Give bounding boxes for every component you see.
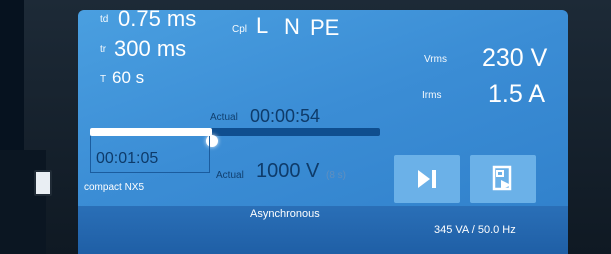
vrms-label: Vrms [424,54,447,65]
coupling-l: L [256,13,269,38]
timer-progress-fill [90,128,212,136]
irms-value: 1.5 A [488,80,545,108]
timer-set-time: 00:01:05 [96,150,159,167]
mode-label: Asynchronous [250,208,320,220]
pulse-actual-value: 1000 V [256,160,320,182]
param-tr-value: 300 ms [114,36,187,61]
pulse-interval: (8 s) [326,170,346,181]
device-side-panel [0,150,46,254]
export-icon [492,165,512,191]
irms-label: Irms [422,90,442,101]
param-T-label: T [100,74,107,85]
device-name: compact NX5 [84,182,145,193]
pulse-actual-label: Actual [216,170,244,181]
param-T-value: 60 s [112,68,145,87]
timer-progress-bar [90,128,380,136]
param-td-label: td [100,14,109,25]
timer-actual-label: Actual [210,112,238,123]
coupling-pe: PE [310,15,340,40]
vrms-value: 230 V [482,44,548,72]
param-tr-label: tr [100,44,107,55]
param-td-value: 0.75 ms [118,10,197,31]
power-readout: 345 VA / 50.0 Hz [434,224,516,236]
export-button[interactable] [470,155,536,203]
timer-actual-time: 00:00:54 [250,106,321,126]
skip-forward-icon [418,170,436,188]
display-screen: td 0.75 ms tr 300 ms T 60 s Cpl L N PE V… [78,10,568,254]
coupling-label: Cpl [232,24,248,35]
usb-port [34,170,52,196]
skip-forward-button[interactable] [394,155,460,203]
coupling-n: N [284,14,300,39]
